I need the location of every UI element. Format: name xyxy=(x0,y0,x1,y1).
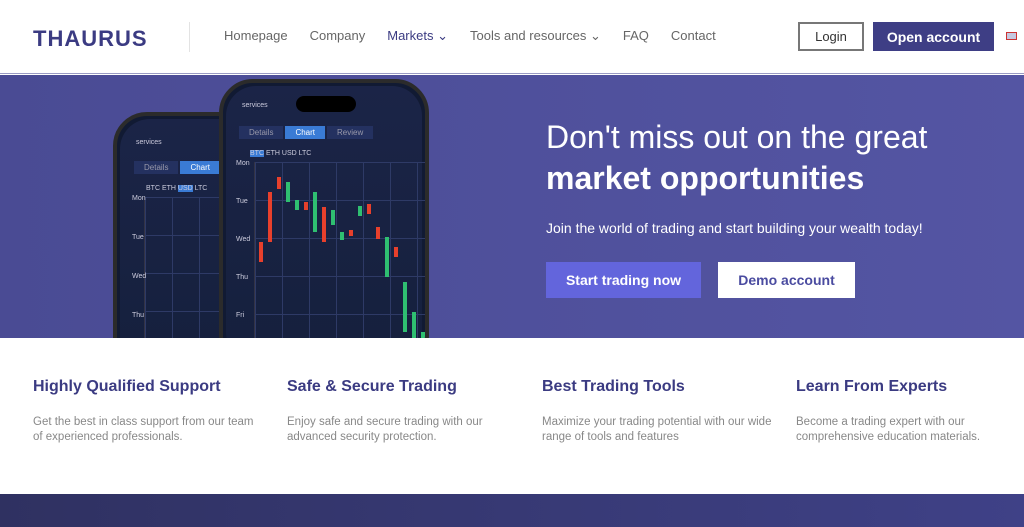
camera-notch xyxy=(296,96,356,112)
en-gb-flag-icon[interactable] xyxy=(1006,32,1017,40)
phone-label: services xyxy=(242,102,268,109)
feature-title: Safe & Secure Trading xyxy=(287,378,457,395)
login-button[interactable]: Login xyxy=(798,22,864,51)
hero: services Details Chart BTC ETH USD LTC Mo… xyxy=(0,75,1024,338)
candle xyxy=(286,182,290,202)
candle xyxy=(313,192,317,232)
demo-account-button[interactable]: Demo account xyxy=(718,262,855,298)
nav-company[interactable]: Company xyxy=(310,28,366,44)
logo[interactable]: THAURUS xyxy=(33,26,148,52)
nav-faq[interactable]: FAQ xyxy=(623,28,649,44)
feature-title: Learn From Experts xyxy=(796,378,948,395)
hero-subtitle: Join the world of trading and start buil… xyxy=(546,220,923,236)
feature-support: Highly Qualified Support Get the best in … xyxy=(33,378,263,445)
nav-contact[interactable]: Contact xyxy=(671,28,716,44)
hero-title-line2: market opportunities xyxy=(546,160,865,196)
candle xyxy=(322,207,326,242)
feature-security: Safe & Secure Trading Enjoy safe and secu… xyxy=(287,378,517,445)
feature-experts: Learn From Experts Become a trading exper… xyxy=(796,378,996,445)
candle xyxy=(304,202,308,210)
candle xyxy=(367,204,371,214)
phone-tab: Details xyxy=(239,126,284,139)
feature-tools: Best Trading Tools Maximize your trading … xyxy=(542,378,772,445)
day-label: Mon xyxy=(132,195,146,202)
nav-label: Markets xyxy=(387,28,434,43)
phone-tab: Chart xyxy=(180,161,221,174)
chevron-down-icon: ⌄ xyxy=(437,28,449,43)
nav-label: Tools and resources xyxy=(470,28,587,43)
divider xyxy=(189,22,190,52)
currency: LTC xyxy=(298,150,312,157)
feature-text: Become a trading expert with our compreh… xyxy=(796,416,981,443)
feature-text: Get the best in class support from our t… xyxy=(33,416,254,443)
candle xyxy=(412,312,416,338)
candle xyxy=(331,210,335,225)
nav-markets[interactable]: Markets ⌄ xyxy=(387,28,448,44)
footer-band xyxy=(0,494,1024,527)
day-label: Tue xyxy=(236,198,248,205)
nav-homepage[interactable]: Homepage xyxy=(224,28,288,44)
feature-title: Best Trading Tools xyxy=(542,378,685,395)
feature-text: Enjoy safe and secure trading with our a… xyxy=(287,416,483,443)
phone-tab: Review xyxy=(327,126,374,139)
main-nav: Homepage Company Markets ⌄ Tools and res… xyxy=(224,28,738,44)
candle xyxy=(277,177,281,189)
currency: BTC xyxy=(250,150,264,157)
chevron-down-icon: ⌄ xyxy=(589,28,601,43)
currency: USD xyxy=(281,150,297,157)
day-label: Tue xyxy=(132,234,144,241)
header: THAURUS Homepage Company Markets ⌄ Tools… xyxy=(0,0,1024,74)
candle xyxy=(394,247,398,257)
start-trading-button[interactable]: Start trading now xyxy=(546,262,701,298)
candle xyxy=(358,206,362,216)
candle xyxy=(421,332,425,338)
candle xyxy=(376,227,380,239)
candle xyxy=(403,282,407,332)
currency: ETH xyxy=(265,150,280,157)
candle xyxy=(385,237,389,277)
phone-mockup-front: services Details Chart Review BTC ETH USD … xyxy=(219,79,429,338)
candle xyxy=(340,232,344,240)
candlestick-chart xyxy=(254,162,425,338)
phone-tab: Details xyxy=(134,161,179,174)
candle xyxy=(268,192,272,242)
hero-title: Don't miss out on the great market opport… xyxy=(546,117,927,199)
day-label: Fri xyxy=(236,312,245,319)
feature-text: Maximize your trading potential with our… xyxy=(542,416,772,443)
hero-title-line1: Don't miss out on the great xyxy=(546,119,928,155)
candle xyxy=(295,200,299,210)
currency: USD xyxy=(177,185,193,192)
day-label: Thu xyxy=(236,274,249,281)
nav-tools[interactable]: Tools and resources ⌄ xyxy=(470,28,601,44)
day-label: Wed xyxy=(132,273,147,280)
feature-title: Highly Qualified Support xyxy=(33,378,221,395)
phone-label: services xyxy=(136,139,162,146)
phone-tab: Chart xyxy=(285,126,326,139)
currency: ETH xyxy=(161,185,176,192)
currency: BTC xyxy=(146,185,160,192)
candle xyxy=(349,230,353,236)
day-label: Wed xyxy=(236,236,251,243)
day-label: Thu xyxy=(132,312,145,319)
open-account-button[interactable]: Open account xyxy=(873,22,994,51)
day-label: Mon xyxy=(236,160,250,167)
candle xyxy=(259,242,263,262)
currency: LTC xyxy=(194,185,208,192)
